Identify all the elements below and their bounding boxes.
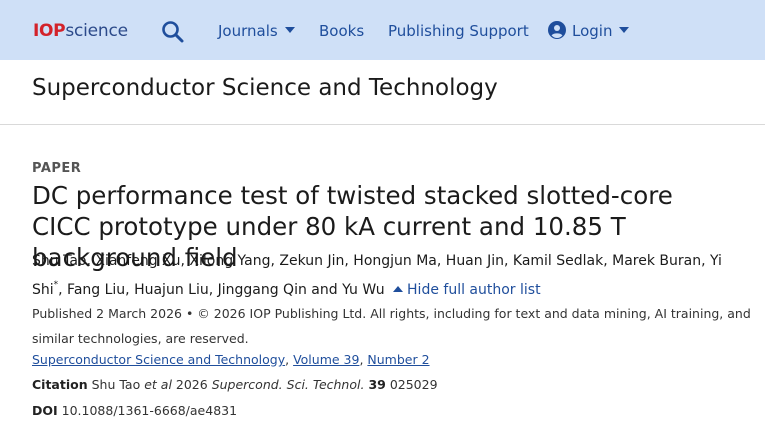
citation-etal: et al (144, 377, 172, 392)
hide-author-list-label: Hide full author list (407, 282, 541, 298)
nav-support-label: Publishing Support (388, 22, 529, 40)
nav-journals-label: Journals (218, 22, 278, 40)
nav-publishing-support-link[interactable]: Publishing Support (388, 21, 529, 41)
search-icon (162, 21, 184, 43)
nav-journals-menu[interactable]: Journals (218, 21, 295, 41)
nav-books-label: Books (319, 22, 365, 40)
journal-breadcrumb: Superconductor Science and Technology, V… (32, 352, 430, 367)
nav-books-link[interactable]: Books (319, 21, 364, 41)
chevron-down-icon (284, 27, 295, 33)
citation-volume: 39 (368, 377, 386, 392)
top-navigation-bar: IOPscience Journals Books Publishing Sup… (0, 0, 765, 60)
hide-author-list-link[interactable]: Hide full author list (389, 282, 541, 298)
search-button[interactable] (160, 19, 186, 45)
author-list: Shu Tao, Xianfeng Xu, Xilong Yang, Zekun… (32, 249, 732, 302)
author-names-tail: , Fang Liu, Huajun Liu, Jinggang Qin and… (58, 282, 385, 298)
doi-value[interactable]: 10.1088/1361-6668/ae4831 (62, 403, 237, 418)
publication-info: Published 2 March 2026 • © 2026 IOP Publ… (32, 306, 751, 346)
citation-label: Citation (32, 377, 88, 392)
nav-login-menu[interactable]: Login (548, 21, 630, 41)
citation-year: 2026 (171, 377, 212, 392)
citation: Citation Shu Tao et al 2026 Supercond. S… (32, 376, 438, 394)
issue-number-link[interactable]: Number 2 (367, 352, 429, 367)
nav-login-label: Login (572, 22, 613, 40)
logo-iop-text: IOP (33, 21, 66, 41)
citation-journal: Supercond. Sci. Technol. (211, 377, 365, 392)
journal-title[interactable]: Superconductor Science and Technology (32, 74, 498, 102)
journal-link[interactable]: Superconductor Science and Technology (32, 352, 285, 367)
volume-link[interactable]: Volume 39 (293, 352, 359, 367)
user-icon (548, 21, 566, 39)
doi-label: DOI (32, 403, 58, 418)
iopscience-logo[interactable]: IOPscience (33, 20, 128, 42)
chevron-up-icon (393, 286, 404, 292)
citation-authors: Shu Tao (91, 377, 145, 392)
logo-science-text: science (65, 21, 128, 41)
article-type-label: PAPER (32, 161, 82, 176)
doi: DOI 10.1088/1361-6668/ae4831 (32, 402, 237, 420)
header-divider (0, 124, 765, 125)
chevron-down-icon (619, 27, 630, 33)
citation-article-number: 025029 (385, 377, 438, 392)
